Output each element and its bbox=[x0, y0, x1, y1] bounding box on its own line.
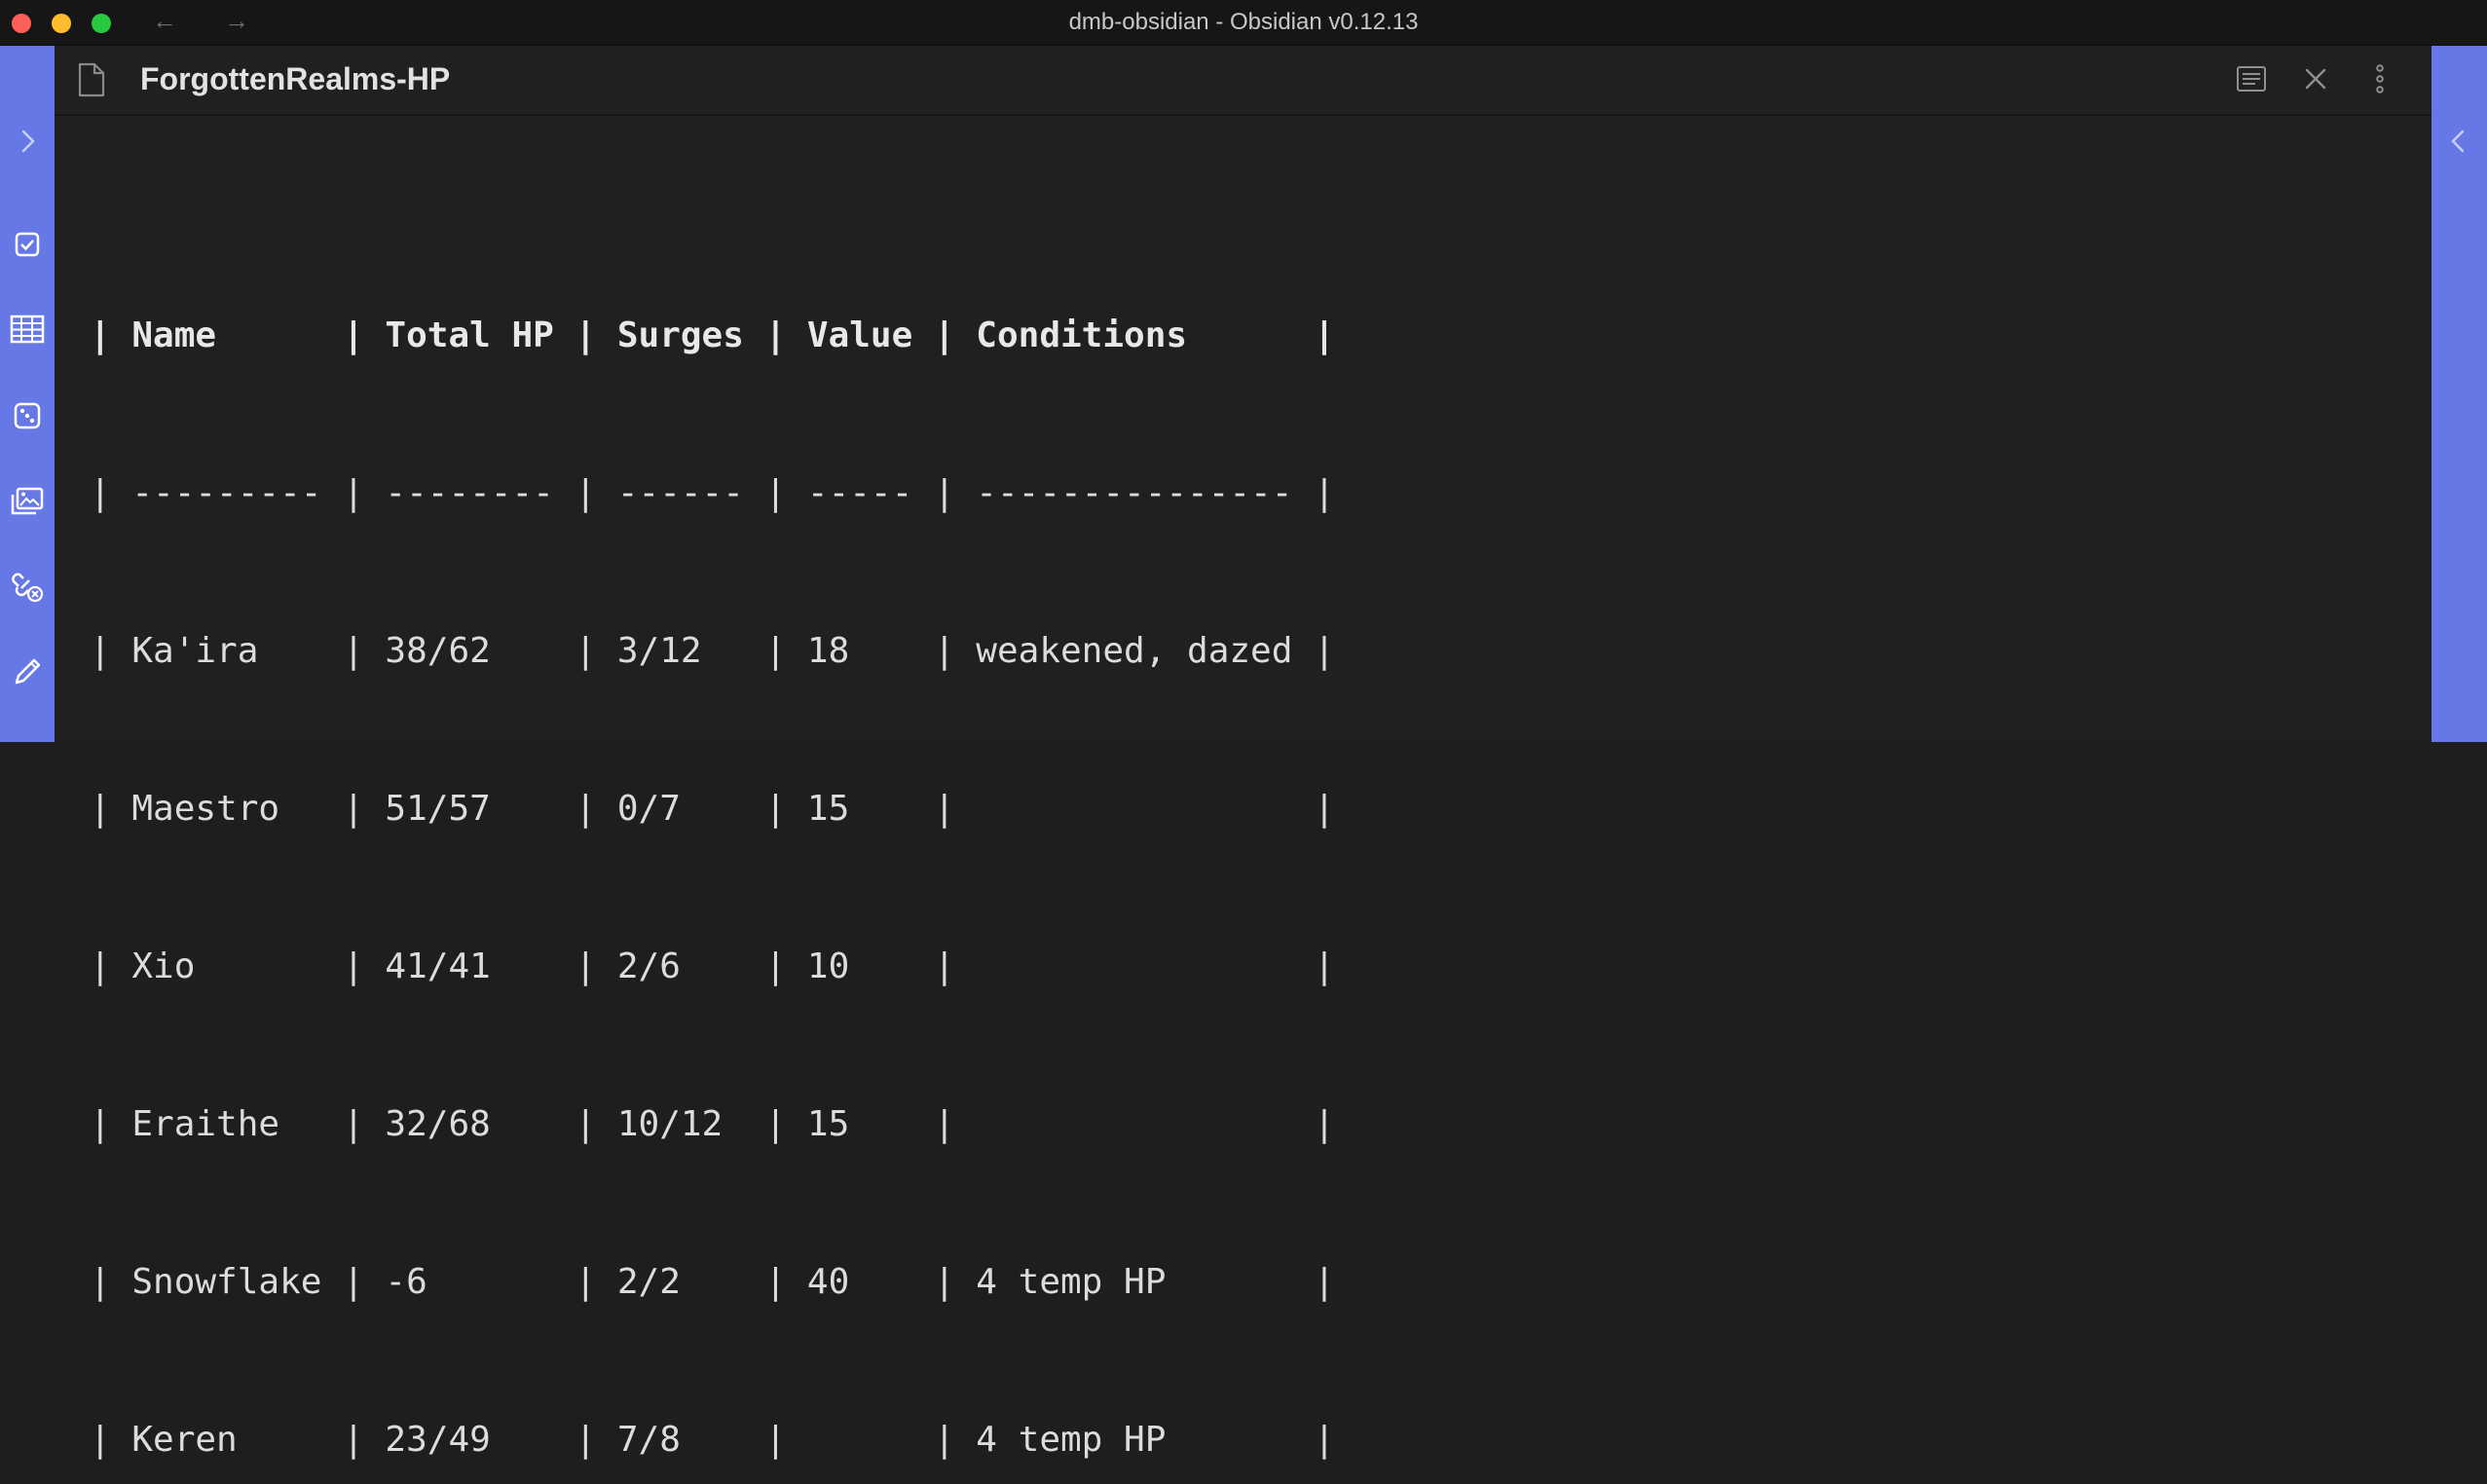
table-row[interactable]: | Eraithe | 32/68 | 10/12 | 15 | | bbox=[90, 1098, 1335, 1151]
table-row[interactable]: | Snowflake | -6 | 2/2 | 40 | 4 temp HP … bbox=[90, 1256, 1335, 1309]
image-gallery-icon[interactable] bbox=[8, 482, 47, 521]
checkbox-icon[interactable] bbox=[8, 225, 47, 264]
link-broken-icon[interactable] bbox=[8, 567, 47, 606]
more-options-icon[interactable] bbox=[2360, 59, 2399, 98]
table-row[interactable]: | Keren | 23/49 | 7/8 | | 4 temp HP | bbox=[90, 1414, 1335, 1466]
reading-view-icon[interactable] bbox=[2232, 59, 2271, 98]
table-icon[interactable] bbox=[8, 310, 47, 349]
close-icon[interactable] bbox=[2296, 59, 2335, 98]
table-header-line[interactable]: | Name | Total HP | Surges | Value | Con… bbox=[90, 310, 1335, 362]
table-separator-line[interactable]: | --------- | -------- | ------ | ----- … bbox=[90, 467, 1335, 520]
dice-icon[interactable] bbox=[8, 396, 47, 435]
table-row[interactable]: | Ka'ira | 38/62 | 3/12 | 18 | weakened,… bbox=[90, 625, 1335, 678]
chevron-left-icon[interactable] bbox=[2439, 122, 2478, 161]
window-title: dmb-obsidian - Obsidian v0.12.13 bbox=[1068, 9, 1419, 35]
markdown-editor[interactable]: | Name | Total HP | Surges | Value | Con… bbox=[90, 204, 1335, 1484]
table-row[interactable]: | Maestro | 51/57 | 0/7 | 15 | | bbox=[90, 783, 1335, 835]
pencil-icon[interactable] bbox=[8, 652, 47, 691]
left-ribbon bbox=[0, 46, 55, 742]
table-row[interactable]: | Xio | 41/41 | 2/6 | 10 | | bbox=[90, 941, 1335, 993]
title-bar: ← → dmb-obsidian - Obsidian v0.12.13 bbox=[0, 0, 2487, 46]
note-title[interactable]: ForgottenRealms-HP bbox=[140, 59, 450, 98]
right-ribbon bbox=[2431, 46, 2487, 742]
file-icon bbox=[76, 61, 107, 103]
pane-header: ForgottenRealms-HP bbox=[55, 46, 2431, 116]
chevron-right-icon[interactable] bbox=[8, 122, 47, 161]
